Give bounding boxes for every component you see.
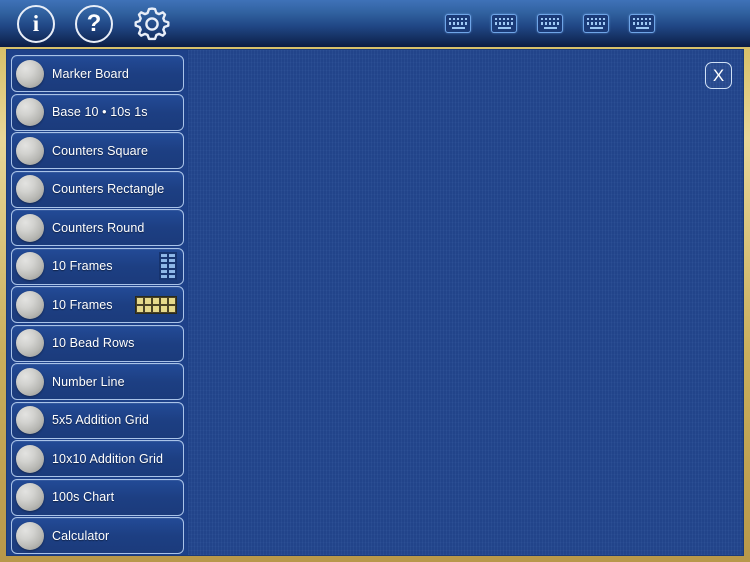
ten-frame-cell (144, 304, 152, 313)
sphere-bullet-icon (16, 213, 44, 242)
ten-frame-grid (159, 252, 177, 280)
sidebar-item-label: Counters Round (52, 220, 145, 235)
sphere-bullet-icon (16, 175, 44, 203)
top-toolbar: i ? (0, 0, 750, 47)
keyboard-spacebar (635, 26, 649, 30)
sidebar-item[interactable]: 10 Bead Rows (11, 324, 184, 362)
keyboard-spacebar (497, 26, 511, 30)
keyboard-spacebar (589, 26, 603, 30)
ten-frame-cell (160, 304, 168, 313)
sidebar-item-label: Counters Square (52, 143, 149, 158)
ten-frame-cell (168, 273, 176, 279)
info-icon-label: i (32, 11, 40, 36)
ten-frame-cell (160, 296, 168, 305)
ten-frame-cell (160, 273, 168, 279)
keyboard-key-row (448, 22, 468, 25)
ten-frame-cell (168, 296, 176, 305)
gear-icon (134, 6, 170, 40)
sidebar-item-label: Counters Rectangle (52, 182, 165, 196)
ten-frame-cell (152, 304, 160, 313)
sphere-bullet-icon (16, 444, 44, 473)
info-icon: i (17, 4, 55, 43)
toolbar-keyboard-group (445, 0, 655, 47)
sphere-bullet-icon (16, 483, 44, 511)
question-mark-icon: ? (75, 4, 113, 43)
ten-frame-cell (168, 304, 176, 313)
sidebar-item-label: Marker Board (52, 66, 129, 81)
keyboard-icon-4[interactable] (583, 14, 609, 33)
sidebar-item[interactable]: Counters Square (11, 132, 184, 169)
sidebar-item-label: 100s Chart (52, 490, 115, 504)
sphere-bullet-icon (16, 329, 44, 357)
sidebar-item[interactable]: Number Line (11, 363, 184, 400)
sidebar-item[interactable]: Counters Round (11, 209, 184, 246)
sphere-bullet-icon (16, 406, 44, 434)
keyboard-key-row (540, 22, 560, 25)
app-root: i ? Marker Board Base 10 • 10s 1s Counte… (0, 0, 750, 562)
frame-inner: Marker Board Base 10 • 10s 1s Counters Squ… (6, 49, 744, 556)
keyboard-icon-5[interactable] (629, 14, 655, 33)
keyboard-icon-2[interactable] (491, 14, 517, 33)
gold-frame: Marker Board Base 10 • 10s 1s Counters Squ… (0, 45, 750, 562)
sidebar-item-label: 10 Frames (52, 259, 113, 273)
keyboard-key-row (494, 17, 514, 21)
help-button[interactable]: ? (72, 2, 116, 46)
info-button[interactable]: i (14, 2, 58, 46)
ten-frame-cell (136, 296, 144, 305)
sphere-bullet-icon (16, 98, 44, 126)
keyboard-spacebar (451, 26, 465, 30)
sphere-bullet-icon (16, 290, 44, 319)
keyboard-key-row (540, 17, 560, 21)
sidebar-item[interactable]: 10 Frames (11, 247, 184, 285)
ten-frame-cell (144, 296, 152, 305)
ten-frame-vertical-icon (159, 252, 177, 280)
sidebar-item[interactable]: Calculator (11, 517, 184, 554)
sidebar-item[interactable]: Marker Board (11, 55, 184, 92)
close-button[interactable]: X (705, 62, 732, 89)
keyboard-key-row (632, 17, 652, 21)
sphere-bullet-icon (16, 136, 44, 165)
sidebar-item[interactable]: 10x10 Addition Grid (11, 440, 184, 477)
sidebar-item[interactable]: Counters Rectangle (11, 170, 184, 208)
keyboard-key-row (494, 22, 514, 25)
toolbar-left-group: i ? (14, 0, 174, 47)
sphere-bullet-icon (16, 521, 44, 550)
sphere-bullet-icon (16, 367, 44, 396)
settings-button[interactable] (130, 2, 174, 46)
sidebar-item-label: Calculator (52, 528, 110, 543)
keyboard-key-row (586, 17, 606, 21)
sidebar-item[interactable]: 10 Frames (11, 286, 184, 323)
sidebar-item[interactable]: 100s Chart (11, 478, 184, 516)
help-icon-label: ? (86, 9, 102, 37)
sidebar-item[interactable]: 5x5 Addition Grid (11, 401, 184, 439)
content-panel: X (188, 50, 743, 555)
sidebar-item-label: 10 Frames (52, 297, 113, 312)
sphere-bullet-icon (16, 252, 44, 280)
ten-frame-grid (135, 295, 177, 314)
sidebar-item-label: 10x10 Addition Grid (52, 451, 164, 466)
sidebar-menu: Marker Board Base 10 • 10s 1s Counters Squ… (7, 50, 187, 555)
keyboard-icon-3[interactable] (537, 14, 563, 33)
close-icon: X (712, 65, 725, 85)
sidebar-item-label: Number Line (52, 374, 125, 389)
ten-frame-horizontal-icon (135, 295, 177, 314)
keyboard-key-row (448, 17, 468, 21)
ten-frame-cell (152, 296, 160, 305)
keyboard-key-row (632, 22, 652, 25)
keyboard-icon-1[interactable] (445, 14, 471, 33)
sidebar-item[interactable]: Base 10 • 10s 1s (11, 93, 184, 131)
ten-frame-cell (136, 304, 144, 313)
sidebar-item-label: 10 Bead Rows (52, 336, 135, 350)
sidebar-item-label: 5x5 Addition Grid (52, 413, 149, 427)
sphere-bullet-icon (16, 59, 44, 88)
keyboard-key-row (586, 22, 606, 25)
keyboard-spacebar (543, 26, 557, 30)
sidebar-item-label: Base 10 • 10s 1s (52, 105, 148, 119)
